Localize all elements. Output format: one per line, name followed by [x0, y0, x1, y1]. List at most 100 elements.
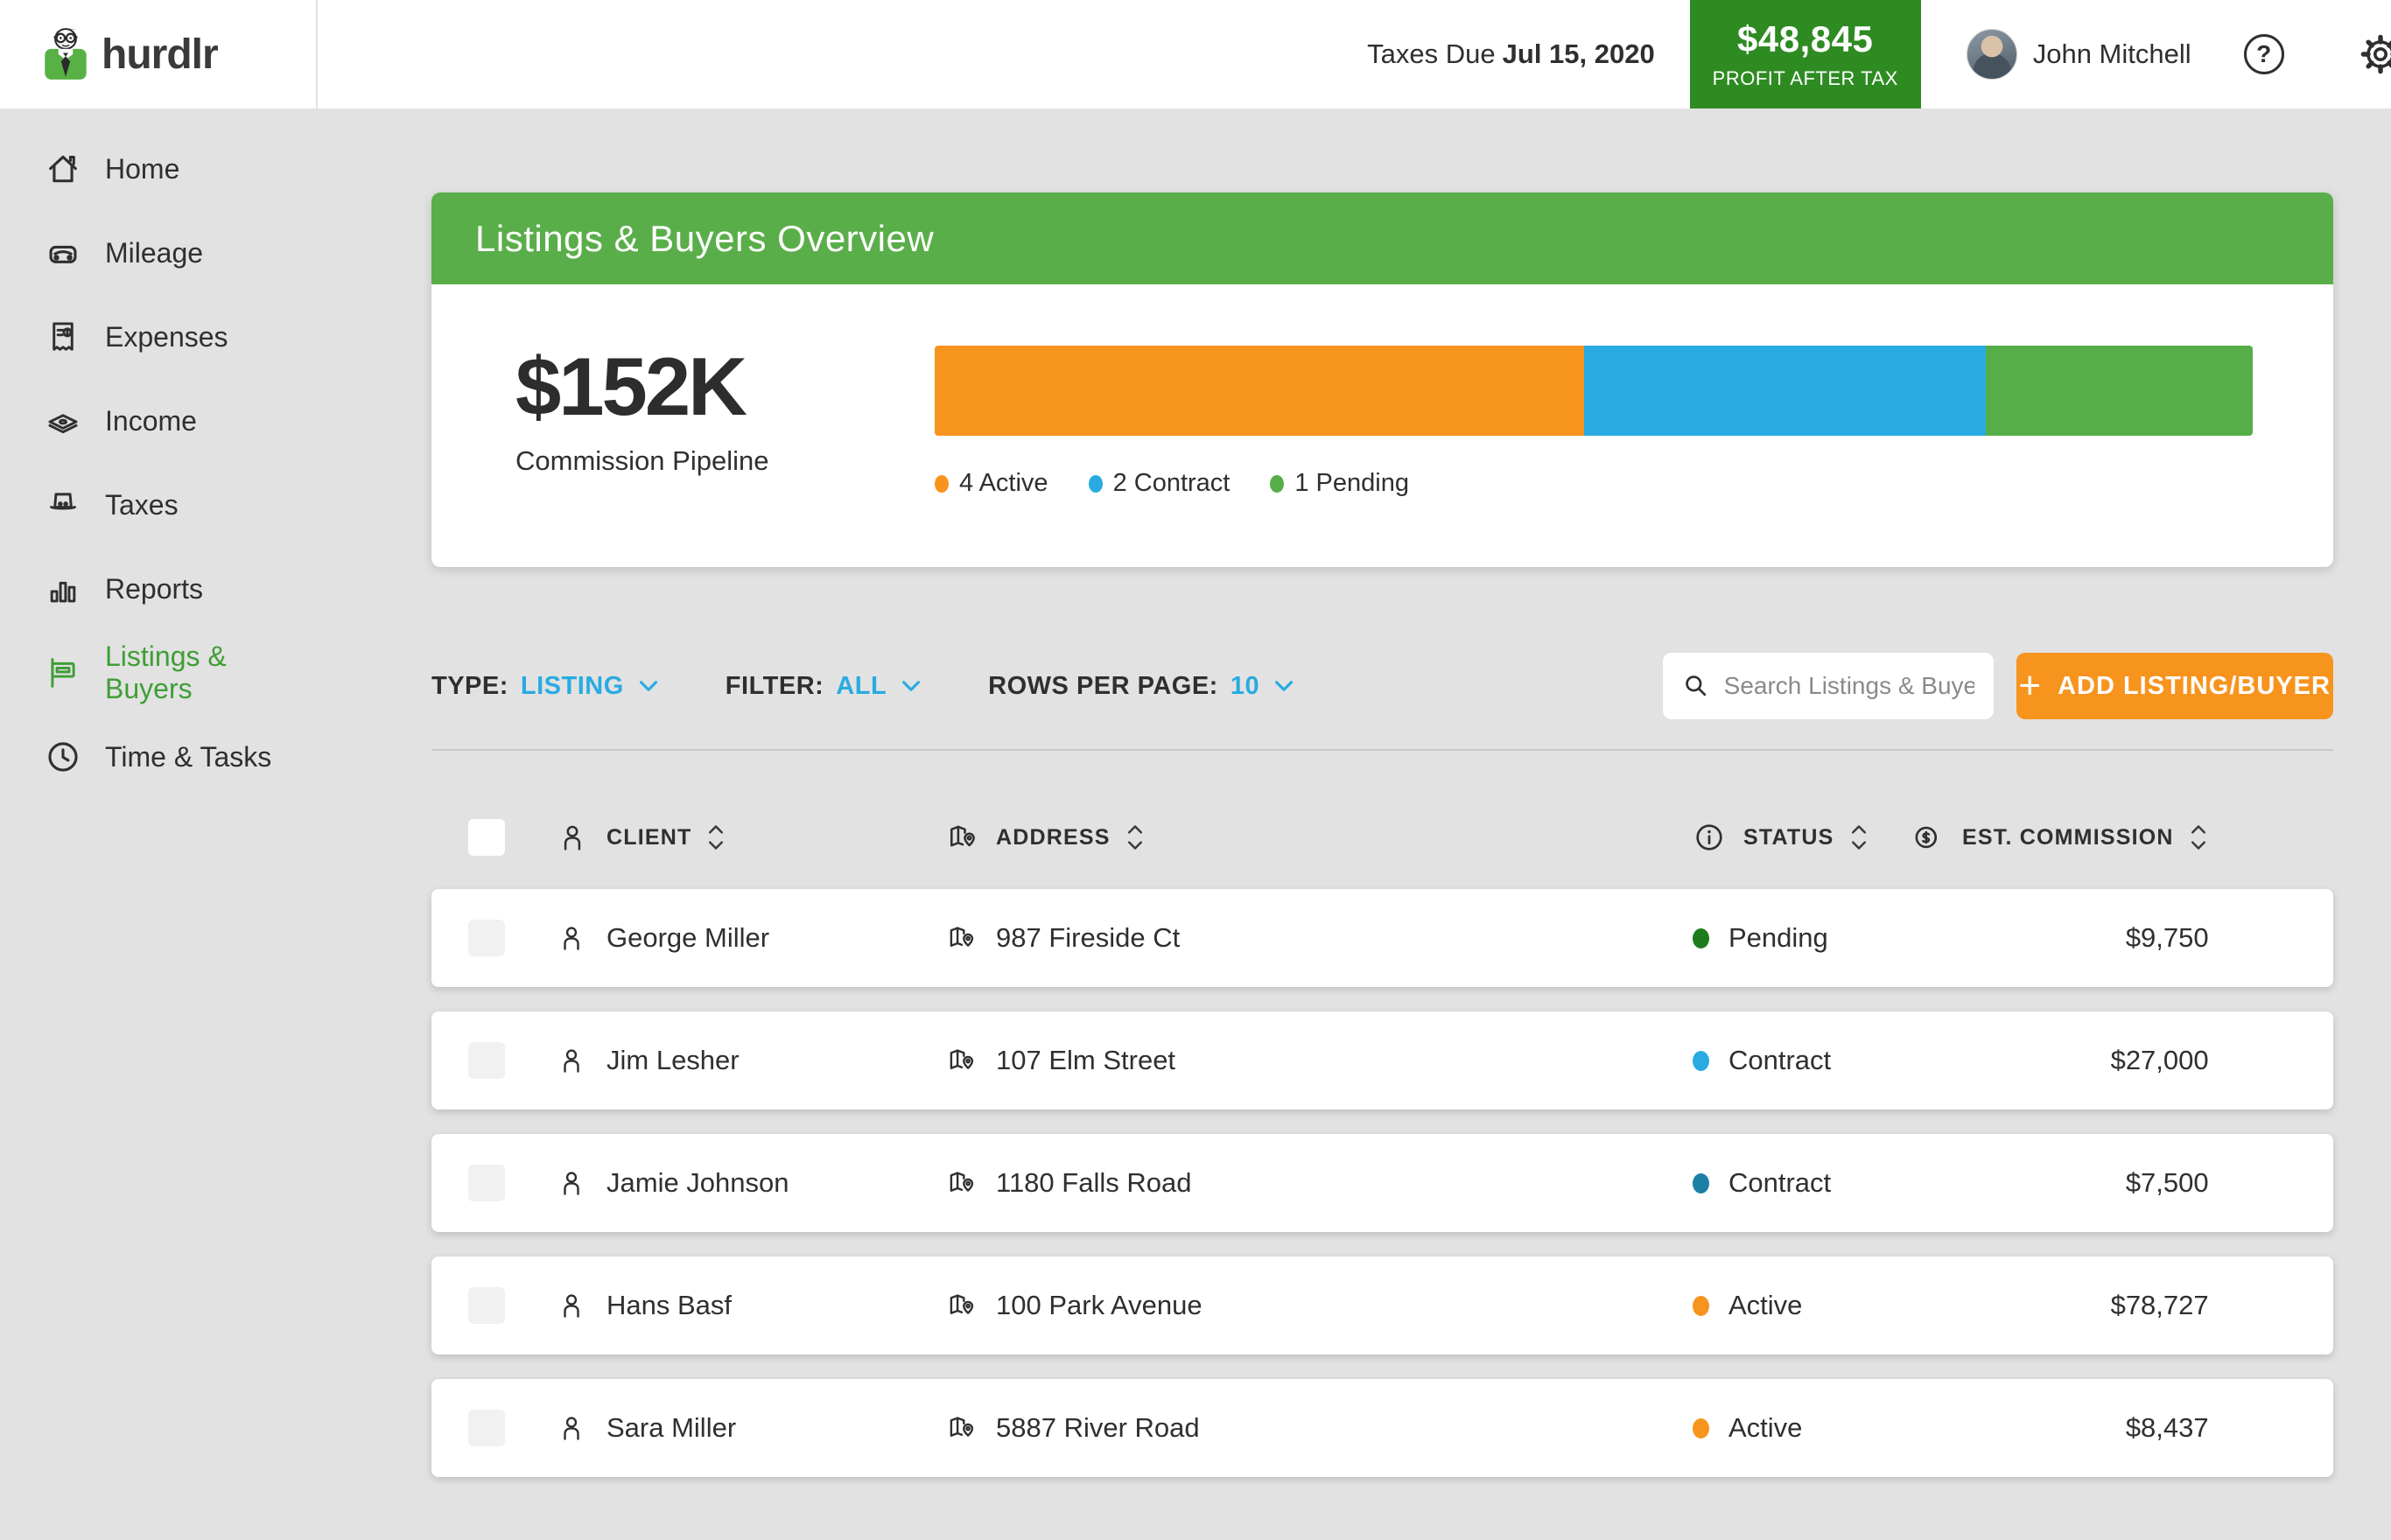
address: 987 Fireside Ct — [996, 922, 1180, 954]
map-pin-icon — [945, 922, 977, 954]
row-checkbox[interactable] — [468, 1287, 505, 1324]
status-filter-value: ALL — [836, 672, 887, 701]
sidebar-item-label: Income — [105, 405, 197, 438]
taxes-due: Taxes DueJul 15, 2020 — [1367, 38, 1655, 70]
type-filter[interactable]: TYPE: LISTING — [431, 672, 661, 701]
legend-item-pending: 1 Pending — [1270, 469, 1409, 498]
chevron-down-icon — [636, 678, 661, 694]
sidebar-item-time-tasks[interactable]: Time & Tasks — [0, 715, 318, 799]
table-row[interactable]: Jamie Johnson 1180 Falls Road Contract $… — [431, 1134, 2333, 1232]
pipeline-legend: 4 Active 2 Contract 1 Pending — [935, 469, 2253, 498]
chevron-down-icon — [899, 678, 923, 694]
row-checkbox[interactable] — [468, 1165, 505, 1201]
table-row[interactable]: George Miller 987 Fireside Ct Pending $9… — [431, 889, 2333, 987]
sort-icon[interactable] — [1848, 822, 1869, 852]
status-dot — [1693, 1296, 1709, 1316]
help-button[interactable]: ? — [2244, 34, 2284, 74]
user-menu[interactable]: John Mitchell — [1967, 29, 2191, 80]
table-row[interactable]: Hans Basf 100 Park Avenue Active $78,727 — [431, 1256, 2333, 1354]
sidebar-item-label: Time & Tasks — [105, 741, 271, 774]
status-label: Contract — [1728, 1167, 1831, 1199]
table-row[interactable]: Sara Miller 5887 River Road Active $8,43… — [431, 1379, 2333, 1477]
settings-gear-icon[interactable] — [2359, 33, 2391, 75]
sidebar-item-home[interactable]: Home — [0, 127, 318, 211]
sidebar-item-label: Home — [105, 153, 179, 186]
topbar-right: Taxes DueJul 15, 2020 $48,845 PROFIT AFT… — [1367, 0, 2391, 108]
toolbar-divider — [431, 749, 2333, 751]
legend-label: 4 Active — [959, 469, 1048, 498]
row-checkbox[interactable] — [468, 920, 505, 956]
column-label-address: ADDRESS — [996, 825, 1111, 850]
column-header-client[interactable]: CLIENT — [556, 821, 726, 854]
pipeline-amount: $152K — [515, 346, 935, 428]
column-header-status[interactable]: STATUS — [1693, 821, 1869, 854]
sidebar-item-mileage[interactable]: Mileage — [0, 211, 318, 295]
column-header-commission[interactable]: EST. COMMISSION — [1911, 821, 2209, 854]
table-row[interactable]: Jim Lesher 107 Elm Street Contract $27,0… — [431, 1012, 2333, 1110]
sidebar: Home Mileage Expenses Income Taxes Repor… — [0, 108, 318, 1540]
rows-per-page-filter[interactable]: ROWS PER PAGE: 10 — [988, 672, 1296, 701]
map-pin-icon — [945, 1412, 977, 1444]
status-filter[interactable]: FILTER: ALL — [726, 672, 923, 701]
select-all-checkbox[interactable] — [468, 819, 505, 856]
avatar — [1967, 29, 2017, 80]
overview-card-body: $152K Commission Pipeline 4 Active 2 Cont… — [431, 284, 2333, 567]
commission-amount: $27,000 — [2111, 1045, 2209, 1076]
client-name: Jamie Johnson — [607, 1167, 789, 1199]
hurdlr-mascot-icon — [39, 25, 93, 83]
brand-name: hurdlr — [102, 31, 218, 79]
row-checkbox[interactable] — [468, 1410, 505, 1446]
commission-amount: $8,437 — [2126, 1412, 2209, 1444]
profit-after-tax-box[interactable]: $48,845 PROFIT AFTER TAX — [1690, 0, 1921, 108]
status-filter-label: FILTER: — [726, 672, 824, 701]
topbar: hurdlr Taxes DueJul 15, 2020 $48,845 PRO… — [0, 0, 2391, 108]
user-name: John Mitchell — [2033, 38, 2191, 70]
table-header: CLIENT ADDRESS STATUS — [431, 810, 2333, 864]
client-name: George Miller — [607, 922, 769, 954]
search-input[interactable] — [1724, 672, 1974, 700]
coins-icon — [1911, 821, 1945, 854]
client-name: Hans Basf — [607, 1290, 732, 1321]
address: 107 Elm Street — [996, 1045, 1175, 1076]
table-toolbar: TYPE: LISTING FILTER: ALL ROWS PER PAGE:… — [431, 653, 2333, 719]
column-label-status: STATUS — [1743, 825, 1834, 850]
legend-item-contract: 2 Contract — [1089, 469, 1231, 498]
sort-icon[interactable] — [705, 822, 726, 852]
legend-dot — [1089, 475, 1103, 493]
profit-amount: $48,845 — [1737, 18, 1873, 60]
brand-logo[interactable]: hurdlr — [0, 0, 318, 108]
sort-icon[interactable] — [2188, 822, 2209, 852]
sidebar-item-taxes[interactable]: Taxes — [0, 463, 318, 547]
app-window: hurdlr Taxes DueJul 15, 2020 $48,845 PRO… — [0, 0, 2391, 1540]
add-listing-buyer-label: ADD LISTING/BUYER — [2058, 672, 2331, 701]
sidebar-item-listings-buyers[interactable]: Listings & Buyers — [0, 631, 318, 715]
address: 5887 River Road — [996, 1412, 1200, 1444]
status-dot — [1693, 1418, 1709, 1438]
map-pin-icon — [945, 1167, 977, 1199]
sidebar-item-label: Listings & Buyers — [105, 640, 318, 705]
cash-icon — [44, 402, 82, 440]
home-icon — [44, 150, 82, 188]
status-dot — [1693, 928, 1709, 948]
receipt-icon — [44, 318, 82, 356]
sidebar-item-expenses[interactable]: Expenses — [0, 295, 318, 379]
status-label: Active — [1728, 1412, 1802, 1444]
rows-per-page-label: ROWS PER PAGE: — [988, 672, 1218, 701]
legend-item-active: 4 Active — [935, 469, 1048, 498]
row-checkbox[interactable] — [468, 1042, 505, 1079]
sidebar-item-income[interactable]: Income — [0, 379, 318, 463]
sort-icon[interactable] — [1125, 822, 1146, 852]
legend-label: 1 Pending — [1294, 469, 1409, 498]
sidebar-item-reports[interactable]: Reports — [0, 547, 318, 631]
bar-segment-active — [935, 346, 1584, 436]
map-pin-icon — [945, 1290, 977, 1321]
column-label-commission: EST. COMMISSION — [1962, 825, 2174, 850]
info-icon — [1693, 821, 1726, 854]
column-header-address[interactable]: ADDRESS — [945, 821, 1146, 854]
person-icon — [556, 1290, 587, 1321]
commission-amount: $78,727 — [2111, 1290, 2209, 1321]
legend-label: 2 Contract — [1113, 469, 1231, 498]
pipeline-summary: $152K Commission Pipeline — [515, 346, 935, 567]
map-pin-icon — [945, 821, 978, 854]
add-listing-buyer-button[interactable]: + ADD LISTING/BUYER — [2016, 653, 2333, 719]
